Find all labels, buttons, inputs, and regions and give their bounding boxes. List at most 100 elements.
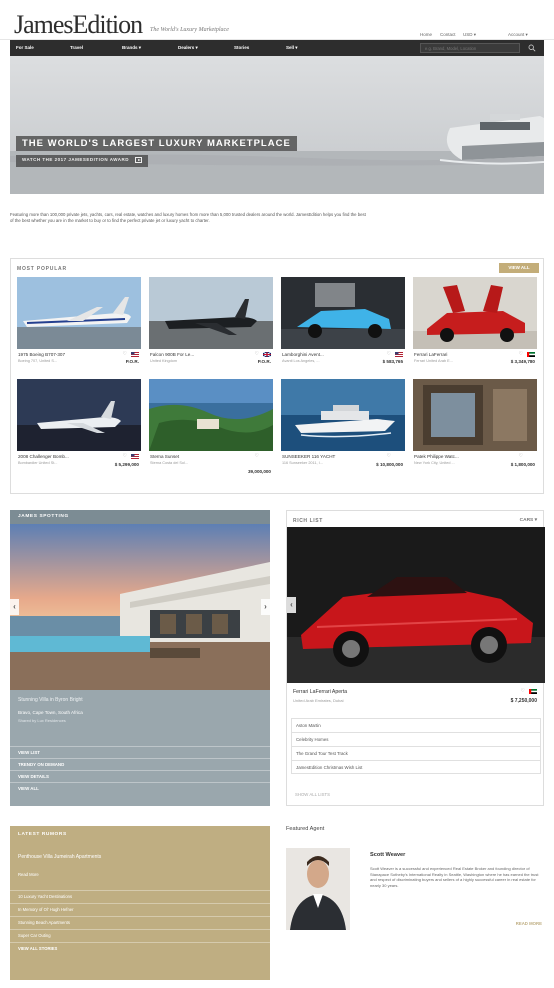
rich-list-image[interactable]: ‹ — [287, 527, 545, 683]
villa-image — [10, 524, 270, 690]
rich-list-link[interactable]: JamesEdition Christmas Wish List — [291, 760, 541, 774]
agent-photo[interactable] — [286, 848, 350, 930]
listing-image[interactable] — [17, 277, 141, 349]
currency-select[interactable]: USD ▾ — [463, 32, 476, 38]
featured-agent-title: Featured Agent — [286, 826, 325, 832]
account-menu[interactable]: Account ▾ — [508, 32, 528, 38]
nav-travel[interactable]: Travel — [70, 45, 83, 50]
heart-icon[interactable]: ♡ — [519, 453, 523, 459]
home-link[interactable]: Home — [420, 32, 432, 37]
listing-image[interactable] — [149, 277, 273, 349]
listing-name: 2008 Challenger Bomb... — [18, 454, 69, 459]
rumor-link[interactable]: Stunning Beach Apartments — [10, 916, 270, 929]
spotting-title: JAMES SPOTTING — [18, 514, 69, 519]
flag-icon — [395, 352, 403, 357]
listing-name: 1975 Boeing B707-307 — [18, 352, 65, 357]
listing-image[interactable] — [149, 379, 273, 451]
spotting-prev-arrow[interactable]: ‹ — [10, 599, 19, 615]
listing-card[interactable]: Patek Philippe Watc... New York City, Un… — [413, 379, 537, 479]
heart-icon[interactable]: ♡ — [123, 351, 127, 357]
rich-list-links: Aston Martin Celebrity Homes The Grand T… — [291, 718, 541, 774]
listing-price: P.O.R. — [125, 359, 139, 364]
listing-location: 116 Sunseeker 2011, I... — [282, 461, 323, 465]
nav-sell[interactable]: Sell ▾ — [286, 45, 298, 51]
contact-link[interactable]: Contact — [440, 32, 456, 37]
listing-image[interactable] — [413, 379, 537, 451]
spotting-link[interactable]: TRENDY ON DEMAND — [10, 758, 270, 770]
spotting-caption[interactable]: Stunning Villa in Byron Bright — [18, 697, 83, 703]
rich-list-category-select[interactable]: CARS ▾ — [520, 518, 537, 523]
flag-icon — [529, 689, 537, 694]
jet-image — [17, 277, 141, 349]
listing-image[interactable] — [281, 379, 405, 451]
nav-brands[interactable]: Brands ▾ — [122, 45, 141, 51]
watch-award-label: WATCH THE 2017 JAMESEDITION AWARD — [22, 157, 130, 163]
search-input[interactable] — [420, 43, 520, 53]
listing-card[interactable]: Ferrari LaFerrari Ferrari United Arab E.… — [413, 277, 537, 377]
listing-location: Avanti Los Angeles, ... — [282, 359, 320, 363]
agent-read-more[interactable]: READ MORE — [516, 921, 542, 926]
rumors-read-more[interactable]: Read More — [18, 872, 39, 877]
most-popular-section: MOST POPULAR VIEW ALL 1975 Boeing B707-3… — [10, 258, 544, 494]
nav-stories[interactable]: Stories — [234, 45, 249, 50]
listing-card[interactable]: SUNSEEKER 116 YACHT 116 Sunseeker 2011, … — [281, 379, 405, 479]
heart-icon[interactable]: ♡ — [521, 688, 525, 694]
listing-name: Patek Philippe Watc... — [414, 454, 459, 459]
rich-list-link[interactable]: Celebrity Homes — [291, 732, 541, 746]
site-logo[interactable]: JamesEdition — [14, 10, 143, 40]
listing-card[interactable]: 1975 Boeing B707-307 Boeing 707, United … — [17, 277, 141, 377]
nav-for-sale[interactable]: For Sale — [16, 45, 34, 50]
flag-icon — [527, 352, 535, 357]
listing-card[interactable]: Falcon 900B For Le... United Kingdom ♡ P… — [149, 277, 273, 377]
spotting-header: JAMES SPOTTING — [10, 510, 270, 524]
rich-list-name[interactable]: Ferrari LaFerrari Aperta — [293, 689, 347, 695]
agent-bio: Scott Weaver is a successful and experie… — [370, 866, 539, 888]
nav-dealers[interactable]: Dealers ▾ — [178, 45, 198, 51]
search-icon[interactable] — [528, 44, 536, 52]
rumor-link[interactable]: In Memory of Ol' Hugh Hefner — [10, 903, 270, 916]
heart-icon[interactable]: ♡ — [387, 351, 391, 357]
spotting-image[interactable]: ‹ › — [10, 524, 270, 690]
spotting-by: Shared by Lux Residences — [18, 718, 66, 723]
spotting-next-arrow[interactable]: › — [261, 599, 270, 615]
spotting-link[interactable]: VIEW DETAILS — [10, 770, 270, 782]
listing-card[interactable]: Lamborghini Avent... Avanti Los Angeles,… — [281, 277, 405, 377]
heart-icon[interactable]: ♡ — [387, 453, 391, 459]
rich-list-link[interactable]: Aston Martin — [291, 718, 541, 732]
watch-image — [413, 379, 537, 451]
listing-location: Bombardier United St... — [18, 461, 58, 465]
view-all-popular-button[interactable]: VIEW ALL — [499, 263, 539, 273]
listing-image[interactable] — [17, 379, 141, 451]
rich-list-link[interactable]: The Grand Tour Test Track — [291, 746, 541, 760]
james-spotting-section: JAMES SPOTTING ‹ › Stunning Villa in Byr… — [10, 510, 270, 806]
show-all-lists-link[interactable]: SHOW ALL LISTS — [295, 792, 330, 797]
spotting-link[interactable]: VIEW LIST — [10, 746, 270, 758]
logo-tagline: The World's Luxury Marketplace — [150, 27, 229, 33]
agent-name[interactable]: Scott Weaver — [370, 852, 405, 858]
rich-prev-arrow[interactable]: ‹ — [287, 597, 296, 613]
spotting-view-all[interactable]: VIEW ALL — [10, 782, 270, 794]
rumor-link[interactable]: 10 Luxury Yacht Destinations — [10, 890, 270, 903]
listing-price: 39,000,000 — [248, 469, 271, 474]
listing-card[interactable]: 2008 Challenger Bomb... Bombardier Unite… — [17, 379, 141, 479]
listing-location: United Kingdom — [150, 359, 178, 363]
rich-list-price: $ 7,250,000 — [510, 698, 537, 704]
rumors-featured[interactable]: Penthouse Villa Jumeirah Apartments — [18, 854, 101, 860]
rumor-link[interactable]: Super Car Outing — [10, 929, 270, 942]
heart-icon[interactable]: ♡ — [255, 453, 259, 459]
spotting-location: Bravo, Cape Town, South Africa — [18, 710, 83, 715]
rich-list-title: RICH LIST — [293, 518, 323, 524]
listing-location: Boeing 707, United S... — [18, 359, 58, 363]
listing-location: Sterna Costa del Sol... — [150, 461, 188, 465]
watch-award-button[interactable]: WATCH THE 2017 JAMESEDITION AWARD — [16, 155, 149, 167]
view-all-stories-link[interactable]: VIEW ALL STORIES — [10, 942, 270, 955]
listing-card[interactable]: Sterna Sunset Sterna Costa del Sol... ♡ … — [149, 379, 273, 479]
heart-icon[interactable]: ♡ — [255, 351, 259, 357]
listing-image[interactable] — [281, 277, 405, 349]
heart-icon[interactable]: ♡ — [519, 351, 523, 357]
car-image — [413, 277, 537, 349]
jet-image — [149, 277, 273, 349]
listing-price: $ 5,299,000 — [114, 462, 139, 467]
listing-image[interactable] — [413, 277, 537, 349]
heart-icon[interactable]: ♡ — [123, 453, 127, 459]
